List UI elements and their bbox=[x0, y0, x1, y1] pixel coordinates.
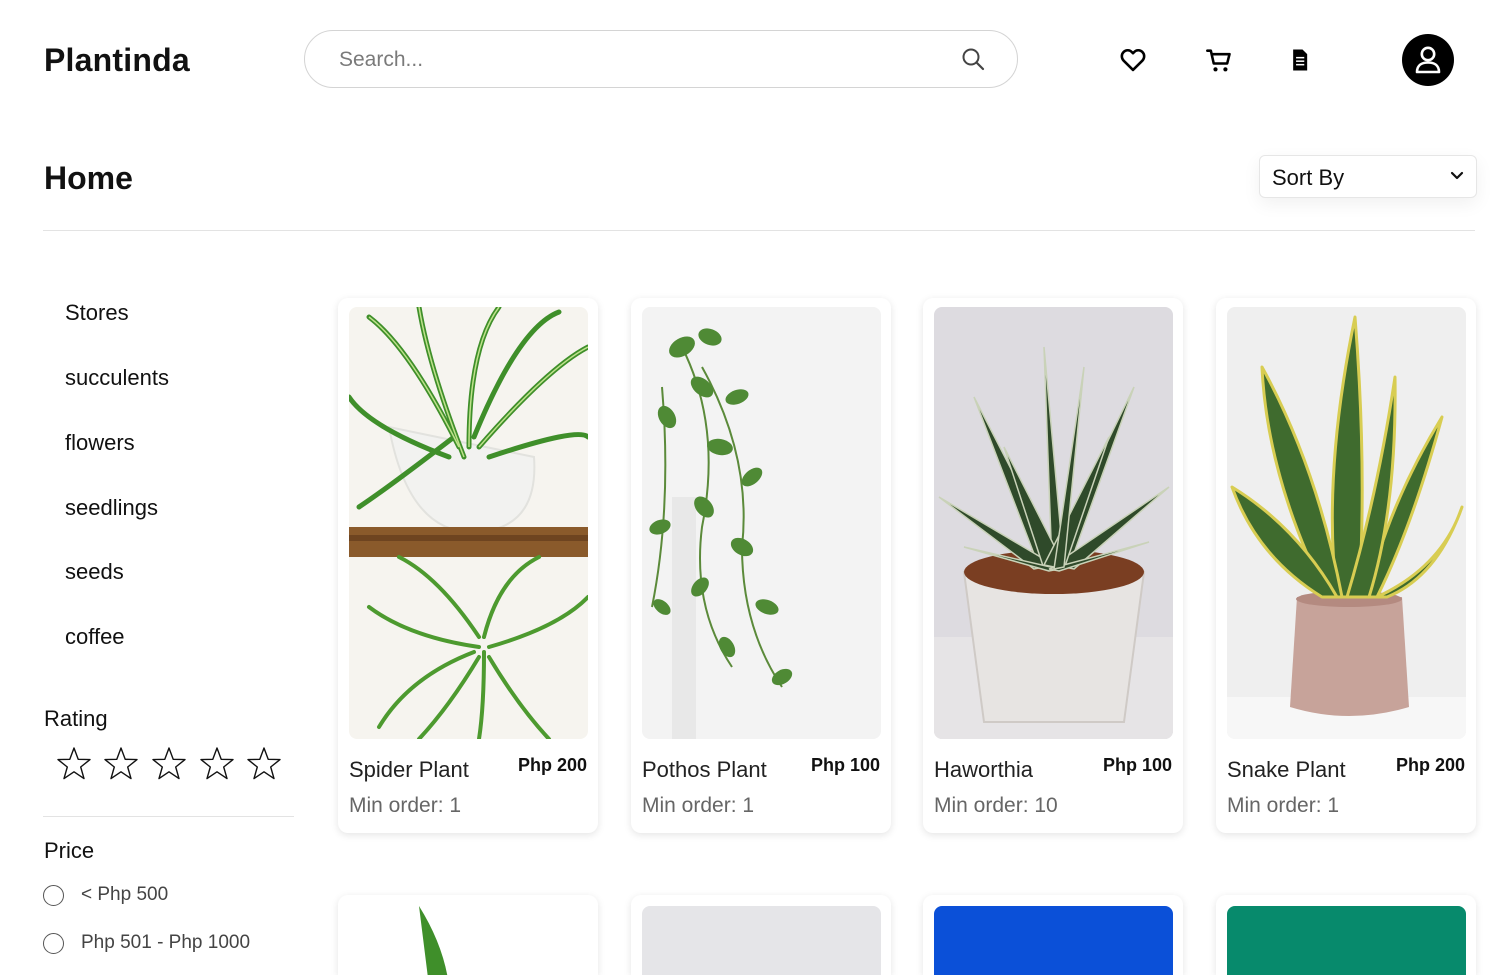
filter-divider bbox=[43, 816, 294, 817]
product-image[interactable] bbox=[642, 307, 881, 739]
product-card[interactable] bbox=[1216, 895, 1476, 975]
product-card[interactable] bbox=[923, 895, 1183, 975]
product-name[interactable]: Haworthia bbox=[934, 757, 1033, 783]
orders-icon[interactable] bbox=[1285, 46, 1313, 74]
product-name[interactable]: Snake Plant bbox=[1227, 757, 1346, 783]
category-item-coffee[interactable]: coffee bbox=[65, 624, 125, 650]
star-icon[interactable] bbox=[103, 746, 139, 782]
product-min-order: Min order: 1 bbox=[1227, 794, 1340, 817]
sort-dropdown[interactable]: Sort By bbox=[1259, 155, 1477, 198]
star-icon[interactable] bbox=[246, 746, 282, 782]
star-icon[interactable] bbox=[56, 746, 92, 782]
product-card[interactable]: Pothos Plant Php 100 Min order: 1 bbox=[631, 298, 891, 833]
search-bar[interactable] bbox=[304, 30, 1018, 88]
sort-label: Sort By bbox=[1272, 165, 1345, 190]
search-input[interactable] bbox=[337, 43, 941, 77]
category-item-seedlings[interactable]: seedlings bbox=[65, 495, 158, 521]
product-name[interactable]: Spider Plant bbox=[349, 757, 469, 783]
chevron-down-icon bbox=[1450, 171, 1464, 180]
star-icon[interactable] bbox=[199, 746, 235, 782]
brand-logo[interactable]: Plantinda bbox=[44, 42, 190, 79]
product-min-order: Min order: 10 bbox=[934, 794, 1058, 817]
page-title: Home bbox=[44, 160, 133, 196]
category-item-succulents[interactable]: succulents bbox=[65, 365, 169, 391]
product-price: Php 100 bbox=[1102, 755, 1172, 775]
cart-icon[interactable] bbox=[1205, 46, 1233, 74]
product-card[interactable] bbox=[631, 895, 891, 975]
product-card[interactable]: Spider Plant Php 200 Min order: 1 bbox=[338, 298, 598, 833]
product-min-order: Min order: 1 bbox=[642, 794, 755, 817]
price-heading: Price bbox=[44, 838, 95, 863]
user-avatar-button[interactable] bbox=[1402, 34, 1454, 86]
price-radio[interactable] bbox=[43, 885, 64, 906]
product-image[interactable] bbox=[1227, 906, 1466, 975]
search-icon[interactable] bbox=[961, 47, 985, 71]
product-image[interactable] bbox=[934, 307, 1173, 739]
product-image[interactable] bbox=[349, 906, 588, 975]
product-price: Php 200 bbox=[517, 755, 587, 775]
product-min-order: Min order: 1 bbox=[349, 794, 462, 817]
top-bar: Plantinda bbox=[0, 0, 1512, 120]
product-card[interactable]: Snake Plant Php 200 Min order: 1 bbox=[1216, 298, 1476, 833]
product-image[interactable] bbox=[642, 906, 881, 975]
price-option-label: Php 501 - Php 1000 bbox=[81, 932, 251, 953]
rating-heading: Rating bbox=[44, 706, 108, 731]
product-card[interactable] bbox=[338, 895, 598, 975]
product-image[interactable] bbox=[934, 906, 1173, 975]
category-item-seeds[interactable]: seeds bbox=[65, 559, 124, 585]
heart-icon[interactable] bbox=[1119, 46, 1147, 74]
price-option-label: < Php 500 bbox=[81, 884, 169, 905]
price-radio[interactable] bbox=[43, 933, 64, 954]
product-name[interactable]: Pothos Plant bbox=[642, 757, 767, 783]
product-image[interactable] bbox=[1227, 307, 1466, 739]
product-card[interactable]: Haworthia Php 100 Min order: 10 bbox=[923, 298, 1183, 833]
category-item-flowers[interactable]: flowers bbox=[65, 430, 135, 456]
product-price: Php 100 bbox=[810, 755, 880, 775]
user-icon bbox=[1415, 46, 1441, 74]
product-price: Php 200 bbox=[1395, 755, 1465, 775]
product-image[interactable] bbox=[349, 307, 588, 739]
category-item-stores[interactable]: Stores bbox=[65, 300, 129, 326]
header-divider bbox=[43, 230, 1475, 231]
star-icon[interactable] bbox=[151, 746, 187, 782]
